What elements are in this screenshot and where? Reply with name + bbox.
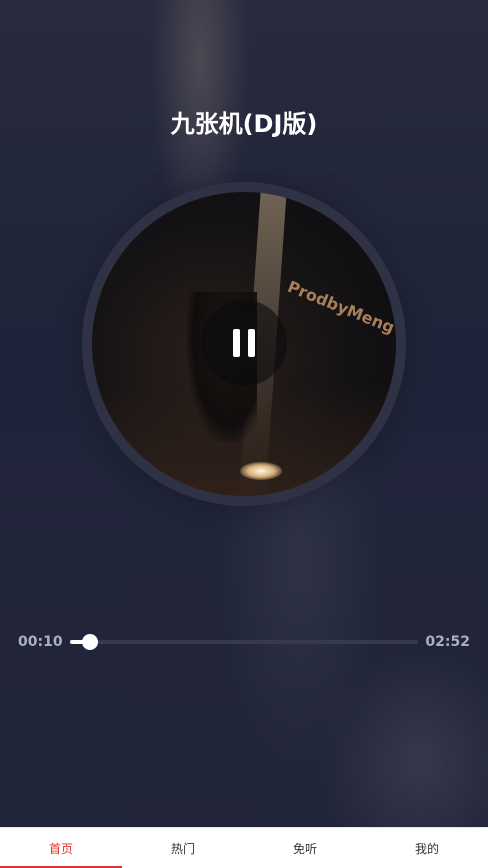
tab-free-listen[interactable]: 免听 bbox=[244, 828, 366, 868]
song-title: 九张机(DJ版) bbox=[170, 110, 318, 138]
tab-mine[interactable]: 我的 bbox=[366, 828, 488, 868]
pause-button[interactable] bbox=[201, 300, 287, 386]
progress-slider[interactable] bbox=[70, 634, 418, 650]
tab-hot[interactable]: 热门 bbox=[122, 828, 244, 868]
bottom-tab-bar: 首页 热门 免听 我的 bbox=[0, 827, 488, 868]
pause-icon bbox=[248, 329, 255, 357]
tab-home[interactable]: 首页 bbox=[0, 828, 122, 868]
total-time: 02:52 bbox=[425, 634, 470, 650]
pause-icon bbox=[233, 329, 240, 357]
current-time: 00:10 bbox=[18, 634, 63, 650]
cover-watermark: ProdbyMeng bbox=[284, 277, 396, 338]
cover-light-glow bbox=[240, 462, 282, 480]
